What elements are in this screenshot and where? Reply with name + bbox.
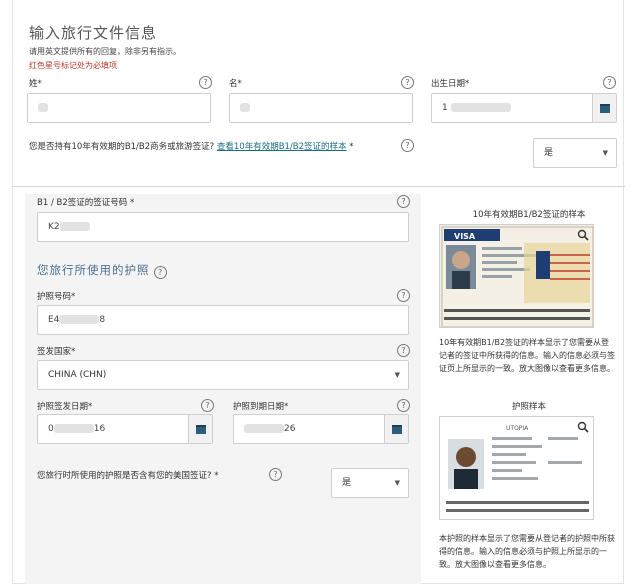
surname-help-icon[interactable]: ? (199, 76, 212, 89)
passport-number-help-icon[interactable]: ? (397, 289, 410, 302)
birth-date-input[interactable]: 1 (431, 93, 617, 123)
visa-question-select[interactable]: 是 ▼ (533, 138, 617, 168)
expiry-date-calendar-button[interactable] (384, 415, 408, 443)
visa-number-label: B1 / B2签证的签证号码 * (37, 198, 135, 208)
visa-number-input[interactable]: K2 (37, 212, 409, 242)
birth-date-label: 出生日期* (431, 79, 470, 89)
visa-card-label: VISA (454, 232, 476, 241)
given-name-label: 名* (229, 79, 242, 89)
passport-sample-caption: 本护照的样本显示了您需要从登记者的护照中所获得的信息。输入的信息必须与护照上所显… (439, 534, 615, 569)
expiry-date-help-icon[interactable]: ? (397, 399, 410, 412)
zoom-icon[interactable] (577, 421, 589, 433)
passport-help-icon[interactable]: ? (154, 266, 168, 279)
surname-input[interactable] (27, 93, 211, 123)
travel-document-form: 输入旅行文件信息 请用英文提供所有的回复，除非另有指示。 红色星号标记处为必填项… (12, 0, 625, 584)
us-visa-select[interactable]: 是 ▼ (331, 468, 409, 498)
passport-sample-graphic: UTOPIA (440, 417, 593, 519)
english-note: 请用英文提供所有的回复，除非另有指示。 (29, 47, 181, 56)
birth-date-calendar-button[interactable] (592, 94, 616, 122)
redacted-value (450, 103, 511, 112)
chevron-down-icon: ▼ (394, 371, 400, 379)
given-name-input[interactable] (229, 93, 413, 123)
visa-sample-graphic: VISA (440, 225, 593, 327)
visa-question: 您是否持有10年有效期的B1/B2商务或旅游签证? 查看10年有效期B1/B2签… (29, 142, 354, 152)
given-name-help-icon[interactable]: ? (401, 76, 414, 89)
passport-sample-image[interactable]: UTOPIA (439, 416, 594, 520)
section-divider (13, 186, 625, 187)
visa-sample-title: 10年有效期B1/B2签证的样本 (472, 210, 586, 220)
passport-number-label: 护照号码* (37, 292, 76, 302)
redacted-value (59, 222, 90, 231)
us-visa-question: 您旅行时所使用的护照是否含有您的美国签证? * (37, 471, 219, 481)
calendar-icon (195, 424, 206, 434)
visa-number-help-icon[interactable]: ? (397, 195, 410, 208)
chevron-down-icon: ▼ (394, 479, 400, 487)
issue-date-input[interactable]: 0 16 (37, 414, 213, 444)
issue-date-calendar-button[interactable] (188, 415, 212, 443)
required-note: 红色星号标记处为必填项 (29, 61, 117, 70)
redacted-value (38, 103, 48, 112)
passport-section-title: 您旅行所使用的护照 ? (37, 262, 168, 279)
passport-number-input[interactable]: E4 8 (37, 305, 409, 335)
visa-sample-image[interactable]: VISA (439, 224, 594, 328)
redacted-value (240, 103, 250, 112)
surname-label: 姓* (29, 79, 42, 89)
issue-date-help-icon[interactable]: ? (201, 399, 214, 412)
visa-sample-link[interactable]: 查看10年有效期B1/B2签证的样本 (217, 142, 347, 152)
passport-card-label: UTOPIA (506, 425, 529, 432)
expiry-date-label: 护照到期日期* (233, 402, 289, 412)
redacted-value (53, 424, 94, 433)
redacted-value (244, 424, 284, 433)
issuing-country-help-icon[interactable]: ? (397, 344, 410, 357)
issue-date-label: 护照签发日期* (37, 402, 93, 412)
zoom-icon[interactable] (577, 229, 589, 241)
visa-question-help-icon[interactable]: ? (401, 139, 414, 152)
redacted-value (59, 315, 100, 324)
page-title: 输入旅行文件信息 (29, 24, 158, 42)
issuing-country-label: 签发国家* (37, 347, 76, 357)
expiry-date-input[interactable]: 26 (233, 414, 409, 444)
visa-sample-caption: 10年有效期B1/B2签证的样本显示了您需要从登记者的签证中所获得的信息。输入的… (439, 338, 615, 373)
chevron-down-icon: ▼ (602, 149, 608, 157)
issuing-country-select[interactable]: CHINA (CHN) ▼ (37, 360, 409, 390)
calendar-icon (391, 424, 402, 434)
calendar-icon (599, 103, 610, 113)
us-visa-help-icon[interactable]: ? (269, 468, 282, 481)
passport-sample-title: 护照样本 (511, 402, 546, 412)
birth-date-help-icon[interactable]: ? (603, 76, 616, 89)
